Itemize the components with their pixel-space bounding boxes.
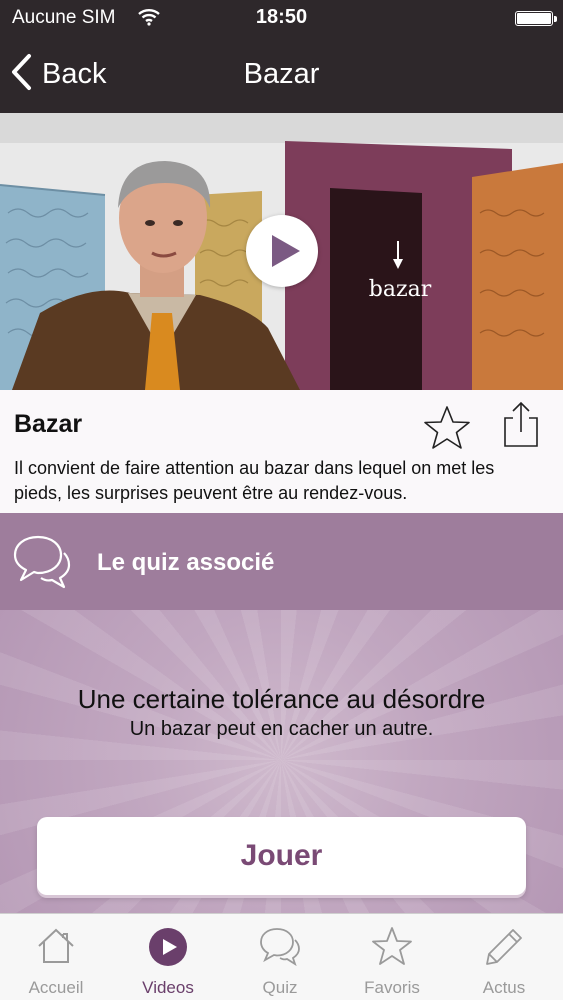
video-player[interactable]: bazar (0, 113, 563, 390)
clock: 18:50 (255, 6, 308, 28)
home-icon (0, 926, 112, 971)
share-icon (504, 401, 538, 447)
battery-icon (515, 11, 553, 26)
chat-bubbles-icon (12, 533, 72, 594)
tab-actus[interactable]: Actus (448, 914, 560, 1000)
tab-quiz[interactable]: Quiz (224, 914, 336, 1000)
play-icon (272, 235, 300, 267)
quiz-subtitle: Un bazar peut en cacher un autre. (129, 718, 434, 740)
chat-bubbles-icon (224, 926, 336, 971)
status-bar: Aucune SIM 18:50 (0, 0, 563, 36)
favorite-star-button[interactable] (422, 404, 472, 457)
navigation-bar: Back Bazar (0, 36, 563, 113)
tab-label-actus: Actus (482, 978, 526, 997)
associated-quiz-header[interactable]: Le quiz associé (0, 513, 563, 610)
tab-label-accueil: Accueil (28, 978, 84, 997)
video-title: Bazar (14, 410, 83, 438)
pencil-icon (448, 926, 560, 973)
quiz-title: Une certaine tolérance au désordre (77, 684, 486, 714)
tab-label-favoris: Favoris (364, 978, 420, 997)
play-circle-icon (112, 926, 224, 973)
quiz-panel: Une certaine tolérance au désordre Un ba… (0, 610, 563, 913)
play-video-button[interactable] (246, 215, 318, 287)
video-info-panel: Bazar Il convient de faire attention au … (0, 390, 563, 513)
video-overlay-word: bazar (368, 277, 432, 302)
tab-accueil[interactable]: Accueil (0, 914, 112, 1000)
tab-favoris[interactable]: Favoris (336, 914, 448, 1000)
tab-label-videos: Videos (142, 978, 194, 997)
video-description: Il convient de faire attention au bazar … (14, 458, 495, 503)
tab-videos[interactable]: Videos (112, 914, 224, 1000)
tab-bar: Accueil Videos Quiz Favoris Actus (0, 913, 563, 1000)
page-title: Bazar (243, 58, 320, 90)
battery-tip (554, 16, 557, 22)
tab-label-quiz: Quiz (262, 978, 298, 997)
quiz-header-label: Le quiz associé (97, 549, 275, 576)
share-button[interactable] (498, 400, 544, 455)
play-quiz-button[interactable]: Jouer (37, 817, 526, 895)
star-icon (424, 406, 470, 449)
star-icon (336, 926, 448, 971)
